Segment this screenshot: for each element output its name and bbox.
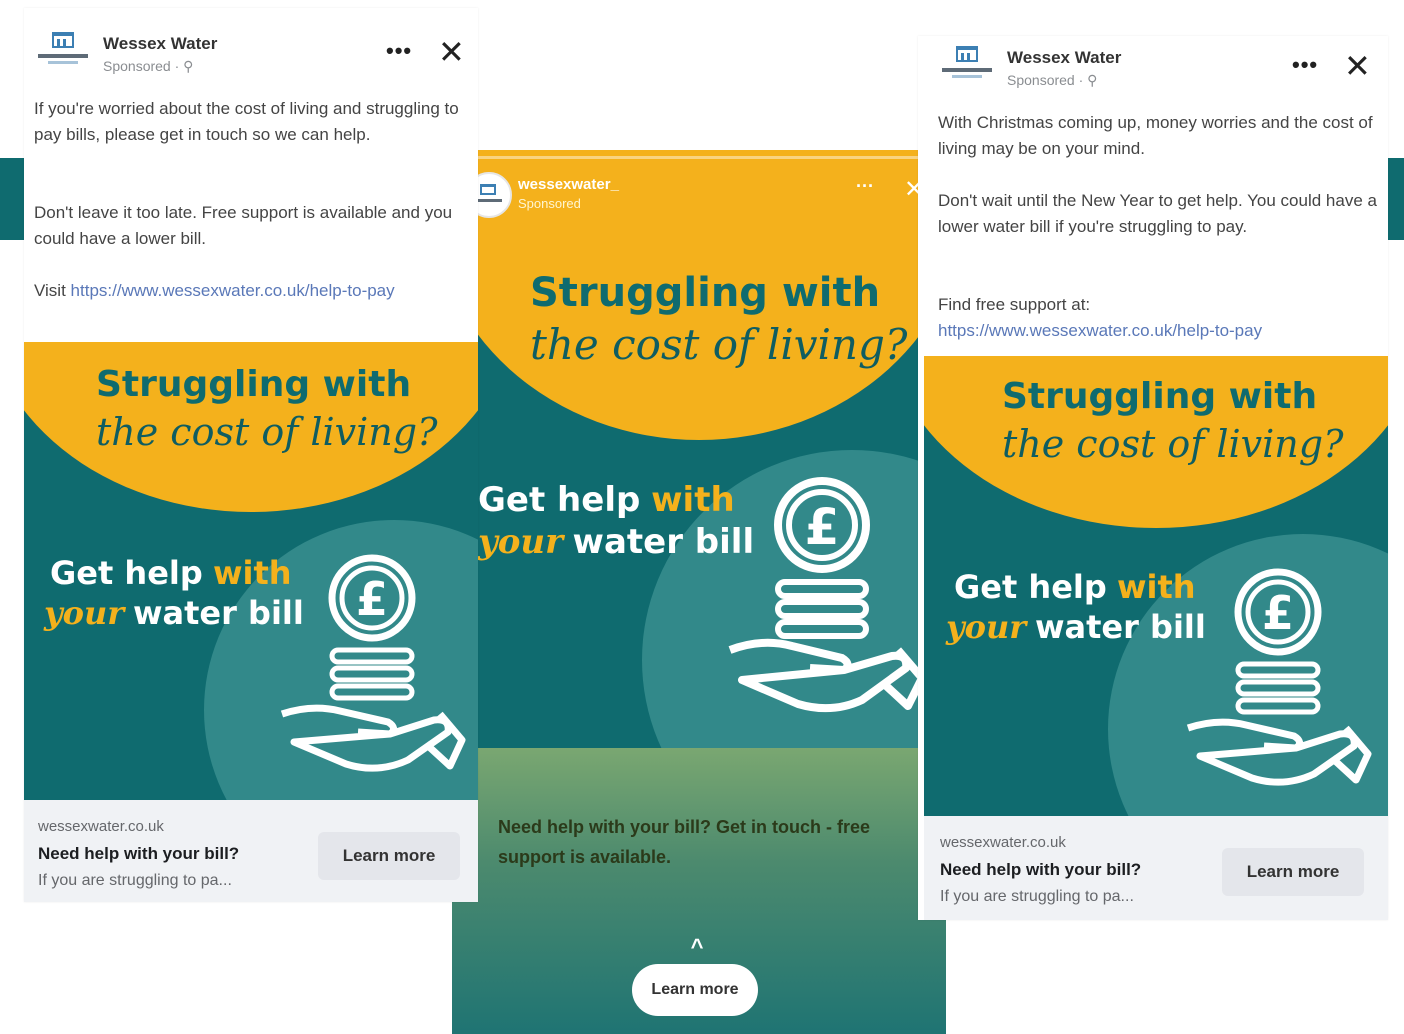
- left-footer-headline[interactable]: Need help with your bill?: [38, 844, 239, 864]
- story-learn-more-button[interactable]: Learn more: [632, 964, 758, 1016]
- left-water-bill-line: your water bill: [44, 594, 304, 632]
- svg-text:£: £: [1262, 586, 1294, 640]
- left-get-help-text: Get help: [50, 554, 203, 592]
- right-sponsored-label: Sponsored · ⚲: [1007, 72, 1098, 88]
- left-post-para2: Don't leave it too late. Free support is…: [34, 203, 453, 248]
- left-post-para1: If you're worried about the cost of livi…: [34, 99, 459, 144]
- chevron-up-icon[interactable]: ^: [682, 934, 712, 960]
- right-ad-footer[interactable]: wessexwater.co.uk Need help with your bi…: [924, 816, 1388, 920]
- right-close-icon[interactable]: ✕: [1344, 50, 1371, 82]
- right-wessex-water-logo-icon: [940, 46, 994, 90]
- story-your-text: your: [478, 522, 564, 562]
- right-post-para3: Find free support at:: [938, 295, 1091, 314]
- left-headline-top: Struggling with: [96, 364, 412, 405]
- left-facebook-post: Wessex Water Sponsored · ⚲ ••• ✕ If you'…: [24, 8, 478, 902]
- right-footer-description: If you are struggling to pa...: [940, 888, 1134, 905]
- right-post-link[interactable]: https://www.wessexwater.co.uk/help-to-pa…: [938, 321, 1262, 340]
- story-get-help-line: Get help with: [478, 480, 735, 520]
- story-get-help-text: Get help: [478, 480, 641, 520]
- left-post-link[interactable]: https://www.wessexwater.co.uk/help-to-pa…: [71, 281, 395, 300]
- story-account-name[interactable]: wessexwater_: [518, 176, 619, 193]
- left-edge-tab: [0, 158, 24, 240]
- story-headline-top: Struggling with: [530, 270, 881, 316]
- right-footer-headline[interactable]: Need help with your bill?: [940, 860, 1141, 880]
- right-get-help-line: Get help with: [954, 568, 1196, 606]
- left-sponsored-label: Sponsored · ⚲: [103, 58, 194, 74]
- left-learn-more-button[interactable]: Learn more: [318, 832, 460, 880]
- story-sponsored-label: Sponsored: [518, 196, 581, 211]
- right-learn-more-button[interactable]: Learn more: [1222, 848, 1364, 896]
- story-water-bill-line: your water bill: [478, 522, 754, 562]
- left-close-icon[interactable]: ✕: [438, 36, 465, 68]
- right-pound-coin-hand-icon: £: [1186, 568, 1372, 786]
- story-caption: Need help with your bill? Get in touch -…: [498, 817, 871, 867]
- left-ad-footer[interactable]: wessexwater.co.uk Need help with your bi…: [24, 800, 478, 902]
- right-ad-creative[interactable]: Struggling with the cost of living? Get …: [924, 356, 1388, 816]
- right-edge-tab: [1388, 158, 1404, 240]
- left-get-help-line: Get help with: [50, 554, 292, 592]
- right-your-text: your: [946, 608, 1027, 646]
- story-headline-script: the cost of living?: [530, 320, 908, 369]
- right-facebook-post: Wessex Water Sponsored · ⚲ ••• ✕ With Ch…: [918, 36, 1388, 920]
- right-post-link-line: https://www.wessexwater.co.uk/help-to-pa…: [938, 318, 1378, 344]
- pound-coin-hand-icon: £: [728, 477, 922, 713]
- left-pound-coin-hand-icon: £: [280, 554, 466, 772]
- story-ad: wessexwater_ Sponsored ··· ✕ Struggling …: [452, 150, 946, 1034]
- svg-text:£: £: [805, 498, 840, 556]
- story-progress-bar: [478, 156, 918, 159]
- right-water-bill-line: your water bill: [946, 608, 1206, 646]
- left-footer-description: If you are struggling to pa...: [38, 872, 232, 889]
- left-footer-domain: wessexwater.co.uk: [38, 818, 164, 835]
- right-headline-top: Struggling with: [1002, 376, 1318, 417]
- right-more-icon[interactable]: •••: [1292, 52, 1318, 78]
- right-post-para1: With Christmas coming up, money worries …: [938, 113, 1373, 158]
- left-your-text: your: [44, 594, 125, 632]
- svg-text:£: £: [356, 572, 388, 626]
- left-ad-creative[interactable]: Struggling with the cost of living? Get …: [24, 342, 478, 800]
- story-more-icon[interactable]: ···: [856, 176, 874, 197]
- left-headline-script: the cost of living?: [96, 410, 438, 454]
- left-more-icon[interactable]: •••: [386, 38, 412, 64]
- left-visit-label: Visit: [34, 281, 66, 300]
- right-get-help-text: Get help: [954, 568, 1107, 606]
- right-page-name[interactable]: Wessex Water: [1007, 48, 1121, 68]
- right-headline-script: the cost of living?: [1002, 422, 1344, 466]
- left-post-visit: Visit https://www.wessexwater.co.uk/help…: [34, 278, 464, 304]
- left-page-name[interactable]: Wessex Water: [103, 34, 217, 54]
- right-footer-domain: wessexwater.co.uk: [940, 834, 1066, 851]
- right-post-para2: Don't wait until the New Year to get hel…: [938, 191, 1377, 236]
- wessex-water-logo-icon: [36, 32, 90, 76]
